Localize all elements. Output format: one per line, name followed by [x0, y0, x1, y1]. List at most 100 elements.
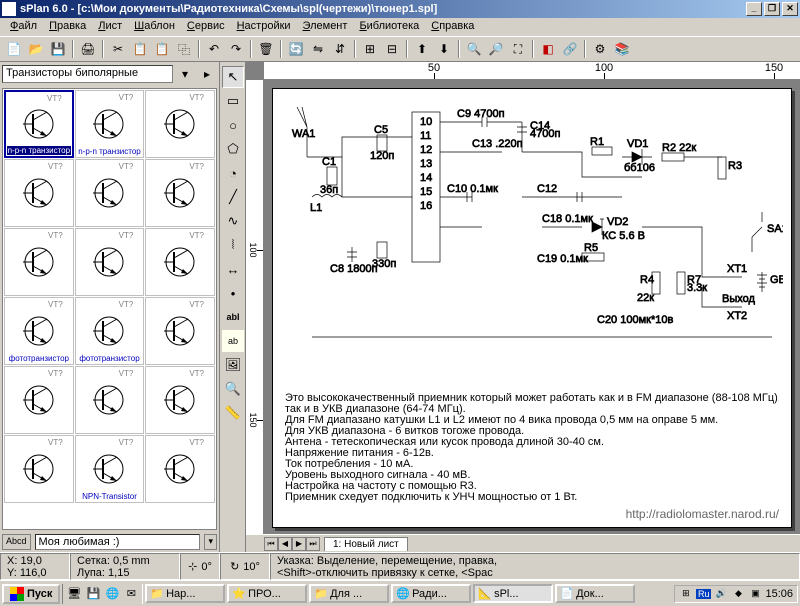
palette-dropdown-button[interactable]: ▾	[204, 534, 217, 550]
delete-button[interactable]: 🗑	[256, 39, 276, 59]
close-button[interactable]: ✕	[782, 2, 798, 16]
ql-mail-icon[interactable]: ✉	[122, 584, 140, 604]
palette-item[interactable]: VT?	[145, 90, 215, 158]
zoom-fit-button[interactable]: ⛶	[508, 39, 528, 59]
special-tool[interactable]: ◔	[222, 162, 244, 184]
rotate-button[interactable]: 🔄	[286, 39, 306, 59]
component-button[interactable]: ◧	[538, 39, 558, 59]
redo-button[interactable]: ↷	[226, 39, 246, 59]
task-button[interactable]: 📁Для ...	[309, 584, 389, 603]
palette-item[interactable]: VT?фототранзистор	[75, 297, 145, 365]
curve-tool[interactable]: ∿	[222, 210, 244, 232]
menu-Элемент[interactable]: Элемент	[297, 20, 354, 34]
page-tab[interactable]: 1: Новый лист	[324, 537, 408, 551]
rectangle-tool[interactable]: ▭	[222, 90, 244, 112]
palette-item[interactable]: VT?	[4, 228, 74, 296]
mirror-v-button[interactable]: ⇵	[330, 39, 350, 59]
language-indicator[interactable]: Ru	[696, 589, 712, 599]
palette-item[interactable]: VT?	[145, 297, 215, 365]
tray-icon[interactable]: ⊞	[679, 587, 693, 601]
image-tool[interactable]: 🖼	[222, 354, 244, 376]
menu-Правка[interactable]: Правка	[43, 20, 92, 34]
bezier-tool[interactable]: ⦚	[222, 234, 244, 256]
palette-item[interactable]: VT?	[145, 435, 215, 503]
palette-label-button[interactable]: Abcd	[2, 534, 31, 550]
category-next-icon[interactable]: ▸	[197, 64, 217, 84]
category-dropdown-icon[interactable]: ▾	[175, 64, 195, 84]
minimize-button[interactable]: _	[746, 2, 762, 16]
tray-app-icon[interactable]: ◆	[731, 587, 745, 601]
cut-button[interactable]: ✂	[108, 39, 128, 59]
palette-item[interactable]: VT?	[145, 366, 215, 434]
snap-icon[interactable]: ⊹	[188, 560, 197, 573]
ungroup-button[interactable]: ⊟	[382, 39, 402, 59]
palette-footer-input[interactable]: Моя любимая :)	[35, 534, 201, 550]
menu-Библиотека[interactable]: Библиотека	[353, 20, 425, 34]
drawing-page[interactable]: WA1 10 11 12 13 14 15 16	[272, 88, 792, 528]
circle-tool[interactable]: ○	[222, 114, 244, 136]
pointer-tool[interactable]: ↖	[222, 66, 244, 88]
tab-last-button[interactable]: ⏭	[306, 537, 320, 551]
relink-button[interactable]: 🔗	[560, 39, 580, 59]
zoom-in-button[interactable]: 🔍	[464, 39, 484, 59]
new-button[interactable]: 📄	[4, 39, 24, 59]
task-button[interactable]: 🌐Ради...	[391, 584, 471, 603]
category-select[interactable]: Транзисторы биполярные	[2, 65, 173, 83]
save-button[interactable]: 💾	[48, 39, 68, 59]
text-label-tool[interactable]: abI	[222, 306, 244, 328]
palette-item[interactable]: VT?	[75, 159, 145, 227]
tab-next-button[interactable]: ▶	[292, 537, 306, 551]
task-button[interactable]: ⭐ПРО...	[227, 584, 307, 603]
menu-Файл[interactable]: Файл	[4, 20, 43, 34]
back-button[interactable]: ⬇	[434, 39, 454, 59]
palette-item[interactable]: VT?NPN-Transistor	[75, 435, 145, 503]
ql-desktop-icon[interactable]: 🖥	[65, 584, 83, 604]
print-button[interactable]: 🖨	[78, 39, 98, 59]
ql-ie-icon[interactable]: 🌐	[103, 584, 121, 604]
maximize-button[interactable]: ❐	[764, 2, 780, 16]
palette-item[interactable]: VT?	[75, 228, 145, 296]
mirror-h-button[interactable]: ⇋	[308, 39, 328, 59]
zoom-tool[interactable]: 🔍	[222, 378, 244, 400]
task-button[interactable]: 📐sPl...	[473, 584, 553, 603]
task-button[interactable]: 📁Нар...	[145, 584, 225, 603]
palette-item[interactable]: VT?	[145, 159, 215, 227]
menu-Сервис[interactable]: Сервис	[181, 20, 231, 34]
text-tool[interactable]: ab	[222, 330, 244, 352]
palette-item[interactable]: VT?	[4, 159, 74, 227]
tray-clock[interactable]: 15:06	[765, 588, 793, 600]
open-button[interactable]: 📂	[26, 39, 46, 59]
tray-app2-icon[interactable]: ▣	[748, 587, 762, 601]
tray-volume-icon[interactable]: 🔊	[714, 587, 728, 601]
palette-item[interactable]: VT?	[75, 366, 145, 434]
dimension-tool[interactable]: ↔	[222, 258, 244, 280]
start-button[interactable]: Пуск	[2, 584, 60, 604]
undo-button[interactable]: ↶	[204, 39, 224, 59]
ql-save-icon[interactable]: 💾	[84, 584, 102, 604]
palette-item[interactable]: VT?n-p-n транзистор	[75, 90, 145, 158]
menu-Настройки[interactable]: Настройки	[231, 20, 297, 34]
canvas-viewport[interactable]: WA1 10 11 12 13 14 15 16	[264, 80, 800, 534]
line-tool[interactable]: ╱	[222, 186, 244, 208]
copy-button[interactable]: 📋	[130, 39, 150, 59]
duplicate-button[interactable]: ⿻	[174, 39, 194, 59]
front-button[interactable]: ⬆	[412, 39, 432, 59]
palette-item[interactable]: VT?	[145, 228, 215, 296]
menu-Лист[interactable]: Лист	[92, 20, 128, 34]
library-button[interactable]: 📚	[612, 39, 632, 59]
rotate-icon[interactable]: ↻	[230, 560, 239, 573]
group-button[interactable]: ⊞	[360, 39, 380, 59]
node-tool[interactable]: •	[222, 282, 244, 304]
palette-item[interactable]: VT?n-p-n транзистор	[4, 90, 74, 158]
tab-first-button[interactable]: ⏮	[264, 537, 278, 551]
menu-Шаблон[interactable]: Шаблон	[128, 20, 181, 34]
menu-Справка[interactable]: Справка	[425, 20, 480, 34]
polygon-tool[interactable]: ⬠	[222, 138, 244, 160]
tab-prev-button[interactable]: ◀	[278, 537, 292, 551]
paste-button[interactable]: 📋	[152, 39, 172, 59]
measure-tool[interactable]: 📏	[222, 402, 244, 424]
palette-item[interactable]: VT?	[4, 366, 74, 434]
palette-item[interactable]: VT?	[4, 435, 74, 503]
options-button[interactable]: ⚙	[590, 39, 610, 59]
palette-item[interactable]: VT?фототранзистор	[4, 297, 74, 365]
